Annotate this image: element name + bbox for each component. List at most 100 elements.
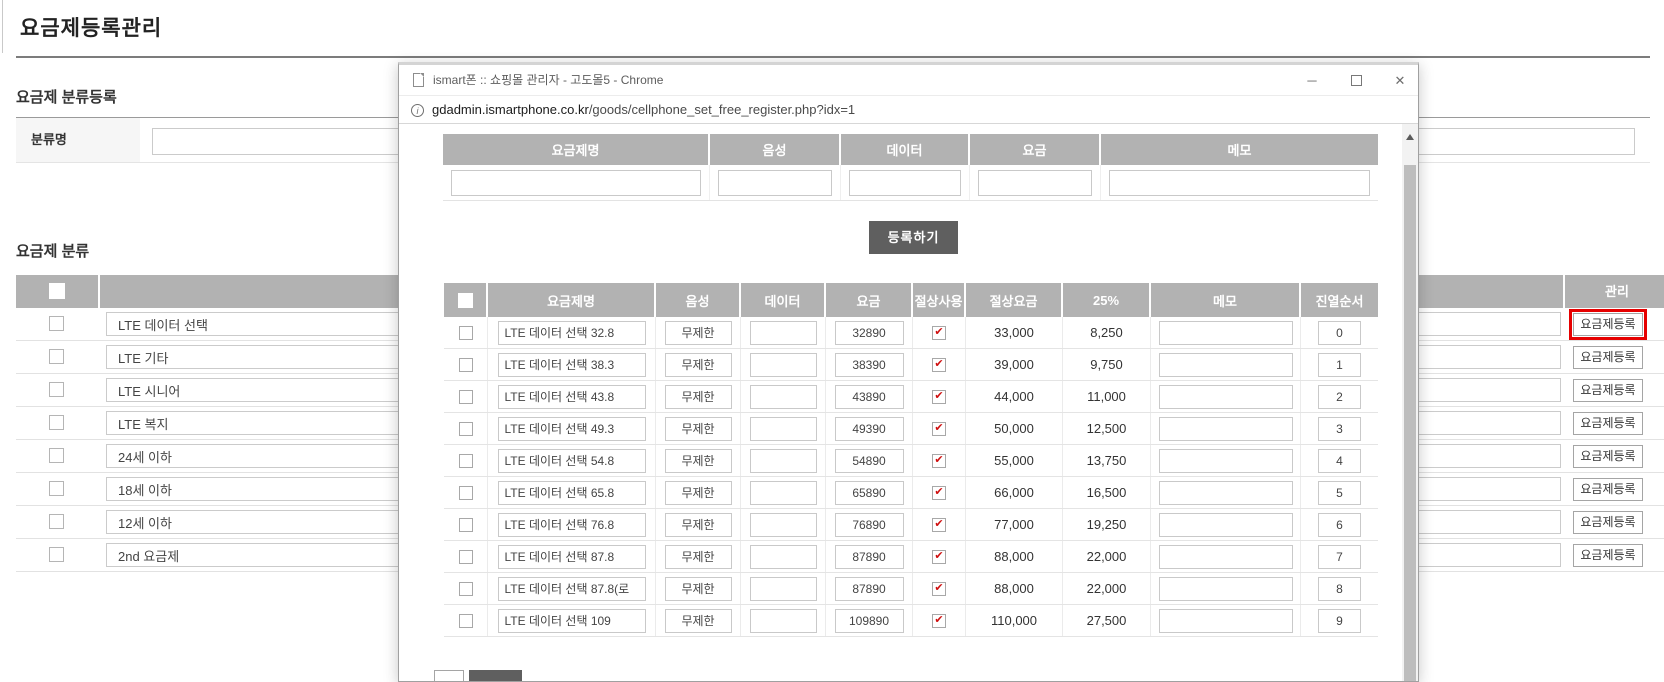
- plan-name-input[interactable]: [498, 417, 646, 441]
- row-select-checkbox[interactable]: [459, 326, 473, 340]
- plan-name-input[interactable]: [498, 385, 646, 409]
- new-memo-input[interactable]: [1109, 170, 1370, 196]
- voice-input[interactable]: [665, 545, 732, 569]
- voice-input[interactable]: [665, 449, 732, 473]
- voice-input[interactable]: [665, 513, 732, 537]
- price-input[interactable]: [835, 609, 904, 633]
- row-select-checkbox[interactable]: [459, 582, 473, 596]
- data-input[interactable]: [750, 449, 817, 473]
- new-voice-input[interactable]: [718, 170, 832, 196]
- memo-input[interactable]: [1159, 353, 1293, 377]
- info-icon[interactable]: i: [411, 104, 424, 117]
- scroll-up-icon[interactable]: [1402, 124, 1418, 149]
- order-input[interactable]: [1318, 481, 1361, 505]
- plan-register-button[interactable]: 요금제등록: [1573, 511, 1643, 534]
- data-input[interactable]: [750, 609, 817, 633]
- new-plan-name-input[interactable]: [451, 170, 701, 196]
- price-input[interactable]: [835, 513, 904, 537]
- plan-register-button[interactable]: 요금제등록: [1573, 346, 1643, 369]
- voice-input[interactable]: [665, 609, 732, 633]
- maximize-icon[interactable]: [1351, 75, 1362, 86]
- row-select-checkbox[interactable]: [459, 550, 473, 564]
- row-select-checkbox[interactable]: [459, 518, 473, 532]
- rounding-checkbox[interactable]: [932, 550, 946, 564]
- bottom-button-partial[interactable]: [469, 670, 522, 682]
- row-select-checkbox[interactable]: [459, 358, 473, 372]
- address-bar[interactable]: i gdadmin.ismartphone.co.kr/goods/cellph…: [399, 97, 1418, 124]
- data-input[interactable]: [750, 385, 817, 409]
- memo-input[interactable]: [1159, 321, 1293, 345]
- data-input[interactable]: [750, 417, 817, 441]
- rounding-checkbox[interactable]: [932, 390, 946, 404]
- row-select-checkbox[interactable]: [459, 454, 473, 468]
- memo-input[interactable]: [1159, 449, 1293, 473]
- order-input[interactable]: [1318, 449, 1361, 473]
- rounding-checkbox[interactable]: [932, 486, 946, 500]
- data-input[interactable]: [750, 545, 817, 569]
- plan-name-input[interactable]: [498, 321, 646, 345]
- category-checkbox[interactable]: [49, 349, 64, 364]
- price-input[interactable]: [835, 481, 904, 505]
- category-checkbox[interactable]: [49, 448, 64, 463]
- plan-name-input[interactable]: [498, 449, 646, 473]
- plan-name-input[interactable]: [498, 353, 646, 377]
- bottom-button-partial[interactable]: [434, 670, 464, 682]
- plan-name-input[interactable]: [498, 545, 646, 569]
- category-checkbox[interactable]: [49, 415, 64, 430]
- rounding-checkbox[interactable]: [932, 326, 946, 340]
- data-input[interactable]: [750, 577, 817, 601]
- voice-input[interactable]: [665, 577, 732, 601]
- register-submit-button[interactable]: 등록하기: [869, 221, 958, 254]
- page-url[interactable]: gdadmin.ismartphone.co.kr/goods/cellphon…: [432, 97, 855, 123]
- category-checkbox[interactable]: [49, 382, 64, 397]
- category-checkbox[interactable]: [49, 514, 64, 529]
- voice-input[interactable]: [665, 481, 732, 505]
- order-input[interactable]: [1318, 513, 1361, 537]
- plan-register-button[interactable]: 요금제등록: [1573, 313, 1643, 336]
- rounding-checkbox[interactable]: [932, 422, 946, 436]
- data-input[interactable]: [750, 513, 817, 537]
- select-all-checkbox[interactable]: [458, 293, 473, 308]
- price-input[interactable]: [835, 385, 904, 409]
- row-select-checkbox[interactable]: [459, 614, 473, 628]
- close-icon[interactable]: ✕: [1392, 73, 1408, 89]
- memo-input[interactable]: [1159, 513, 1293, 537]
- window-titlebar[interactable]: ismart폰 :: 쇼핑몰 관리자 - 고도몰5 - Chrome ─ ✕: [399, 65, 1418, 96]
- plan-register-button[interactable]: 요금제등록: [1573, 379, 1643, 402]
- plan-name-input[interactable]: [498, 609, 646, 633]
- voice-input[interactable]: [665, 385, 732, 409]
- memo-input[interactable]: [1159, 385, 1293, 409]
- order-input[interactable]: [1318, 417, 1361, 441]
- data-input[interactable]: [750, 481, 817, 505]
- plan-name-input[interactable]: [498, 481, 646, 505]
- price-input[interactable]: [835, 353, 904, 377]
- order-input[interactable]: [1318, 545, 1361, 569]
- new-data-input[interactable]: [849, 170, 961, 196]
- scrollbar-thumb[interactable]: [1404, 165, 1416, 682]
- price-input[interactable]: [835, 417, 904, 441]
- price-input[interactable]: [835, 449, 904, 473]
- memo-input[interactable]: [1159, 417, 1293, 441]
- plan-register-button[interactable]: 요금제등록: [1573, 544, 1643, 567]
- vertical-scrollbar[interactable]: [1402, 124, 1418, 682]
- plan-register-button[interactable]: 요금제등록: [1573, 445, 1643, 468]
- order-input[interactable]: [1318, 353, 1361, 377]
- rounding-checkbox[interactable]: [932, 582, 946, 596]
- memo-input[interactable]: [1159, 577, 1293, 601]
- voice-input[interactable]: [665, 321, 732, 345]
- order-input[interactable]: [1318, 577, 1361, 601]
- memo-input[interactable]: [1159, 545, 1293, 569]
- plan-name-input[interactable]: [498, 513, 646, 537]
- memo-input[interactable]: [1159, 481, 1293, 505]
- plan-register-button[interactable]: 요금제등록: [1573, 412, 1643, 435]
- order-input[interactable]: [1318, 609, 1361, 633]
- data-input[interactable]: [750, 353, 817, 377]
- minimize-icon[interactable]: ─: [1304, 73, 1320, 89]
- order-input[interactable]: [1318, 385, 1361, 409]
- category-checkbox[interactable]: [49, 316, 64, 331]
- row-select-checkbox[interactable]: [459, 390, 473, 404]
- plan-register-button[interactable]: 요금제등록: [1573, 478, 1643, 501]
- row-select-checkbox[interactable]: [459, 422, 473, 436]
- plan-name-input[interactable]: [498, 577, 646, 601]
- rounding-checkbox[interactable]: [932, 614, 946, 628]
